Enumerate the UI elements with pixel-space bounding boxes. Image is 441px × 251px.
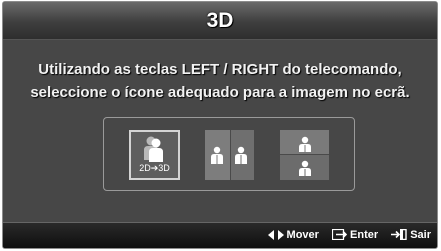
instruction-line-1: Utilizando as teclas LEFT / RIGHT do tel… bbox=[38, 61, 402, 78]
option-2d-to-3d[interactable]: 2D➔3D bbox=[129, 130, 180, 180]
exit-icon bbox=[391, 228, 407, 241]
person-icon bbox=[299, 160, 311, 176]
enter-hint[interactable]: Enter bbox=[331, 223, 379, 248]
title-bar: 3D bbox=[3, 2, 437, 40]
tv-screen: 3D Utilizando as teclas LEFT / RIGHT do … bbox=[0, 0, 441, 251]
instruction-text: Utilizando as teclas LEFT / RIGHT do tel… bbox=[3, 58, 437, 104]
enter-label: Enter bbox=[350, 229, 379, 241]
instruction-line-2: seleccione o ícone adequado para a image… bbox=[30, 84, 410, 101]
exit-label: Sair bbox=[410, 229, 431, 241]
person-icon bbox=[211, 146, 223, 164]
person-3d-icon bbox=[144, 136, 163, 162]
option-2d-to-3d-label: 2D➔3D bbox=[139, 163, 170, 173]
option-top-bottom[interactable] bbox=[280, 130, 329, 180]
move-hint[interactable]: Mover bbox=[267, 223, 319, 248]
enter-icon bbox=[331, 228, 348, 241]
dialog-title: 3D bbox=[206, 9, 234, 32]
exit-hint[interactable]: Sair bbox=[391, 223, 431, 248]
move-label: Mover bbox=[286, 229, 319, 241]
person-icon bbox=[299, 136, 311, 152]
mode-options-group: 2D➔3D bbox=[103, 117, 355, 191]
person-icon bbox=[235, 146, 247, 164]
left-right-arrows-icon bbox=[267, 230, 284, 240]
3d-mode-dialog: 3D Utilizando as teclas LEFT / RIGHT do … bbox=[2, 1, 438, 249]
button-guide-bar: Mover Enter Sair bbox=[3, 222, 437, 248]
button-hints: Mover Enter Sair bbox=[258, 223, 431, 248]
option-side-by-side[interactable] bbox=[205, 130, 254, 180]
